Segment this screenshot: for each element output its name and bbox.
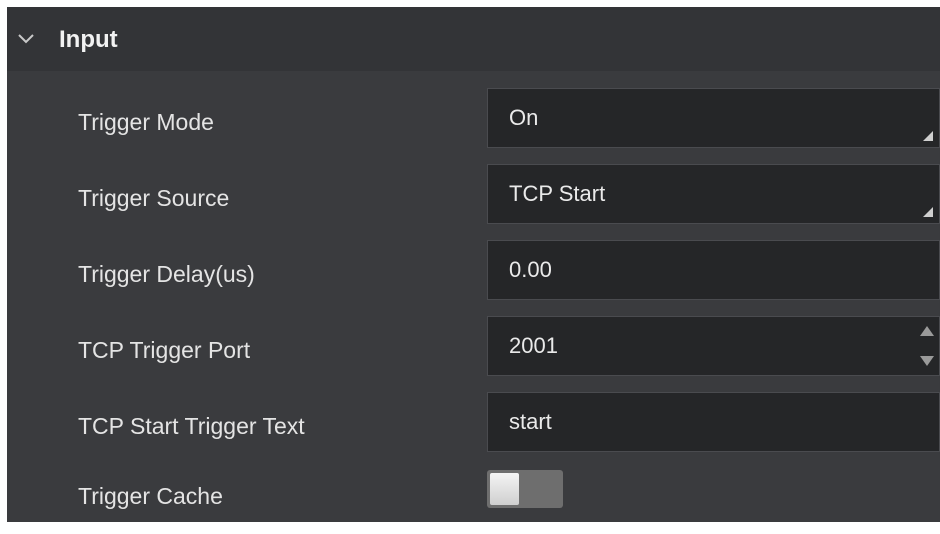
tcp-trigger-port-label: TCP Trigger Port: [78, 336, 251, 363]
section-title: Input: [59, 26, 118, 53]
trigger-cache-label: Trigger Cache: [78, 482, 223, 509]
dropdown-corner-icon: [923, 131, 933, 141]
row-trigger-delay: Trigger Delay(us): [7, 236, 940, 312]
row-trigger-cache: Trigger Cache: [7, 458, 940, 534]
tcp-trigger-port-spinbox[interactable]: [487, 316, 940, 376]
trigger-mode-value: On: [509, 105, 539, 130]
spin-up-icon[interactable]: [919, 325, 935, 337]
trigger-mode-dropdown[interactable]: On: [487, 88, 940, 148]
chevron-down-icon[interactable]: [17, 33, 35, 45]
trigger-delay-input[interactable]: [509, 257, 889, 283]
spin-down-icon[interactable]: [919, 355, 935, 367]
row-trigger-mode: Trigger Mode On: [7, 84, 940, 160]
row-tcp-start-trigger-text: TCP Start Trigger Text: [7, 388, 940, 464]
trigger-source-label: Trigger Source: [78, 184, 230, 211]
trigger-source-value: TCP Start: [509, 181, 606, 206]
trigger-source-dropdown[interactable]: TCP Start: [487, 164, 940, 224]
row-tcp-trigger-port: TCP Trigger Port: [7, 312, 940, 388]
dropdown-corner-icon: [923, 207, 933, 217]
section-header-input[interactable]: Input: [7, 7, 940, 71]
tcp-start-trigger-text-label: TCP Start Trigger Text: [78, 412, 305, 439]
trigger-delay-field[interactable]: [487, 240, 940, 300]
tcp-trigger-port-input[interactable]: [509, 333, 889, 359]
toggle-knob: [490, 473, 519, 505]
trigger-delay-label: Trigger Delay(us): [78, 260, 255, 287]
tcp-start-trigger-text-field[interactable]: [487, 392, 940, 452]
tcp-start-trigger-text-input[interactable]: [509, 409, 889, 435]
properties-panel: Input Trigger Mode On Trigger Source TCP…: [7, 7, 940, 522]
trigger-mode-label: Trigger Mode: [78, 108, 214, 135]
trigger-cache-toggle[interactable]: [487, 470, 563, 508]
row-trigger-source: Trigger Source TCP Start: [7, 160, 940, 236]
